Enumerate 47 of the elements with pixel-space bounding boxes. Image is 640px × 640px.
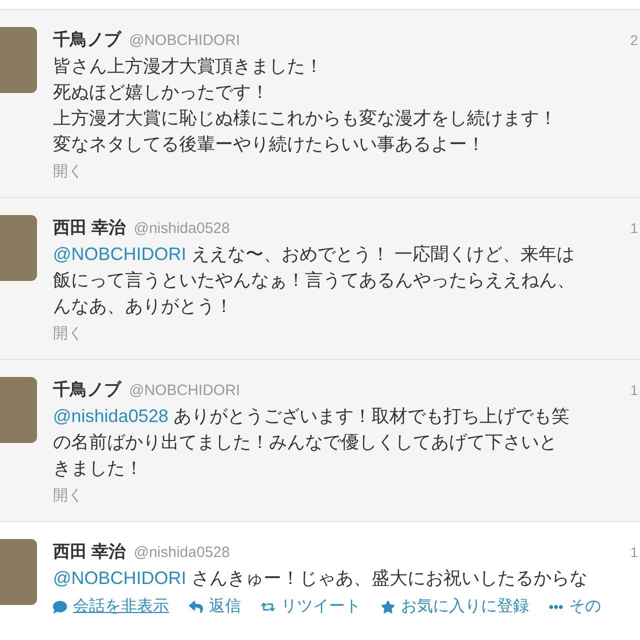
tweet-time[interactable]: 2 (630, 30, 638, 51)
user-name[interactable]: 西田 幸治 (53, 539, 126, 564)
avatar-photo-placeholder[interactable] (0, 539, 37, 605)
expand-link[interactable]: 開く (53, 484, 83, 507)
tweet-text: 皆さん上方漫才大賞頂きました！ (53, 54, 323, 78)
reply-icon (189, 600, 203, 614)
action-label: 会話を非表示 (73, 596, 169, 616)
expand-link[interactable]: 開く (53, 160, 83, 183)
user-handle[interactable]: @NOBCHIDORI (129, 380, 240, 402)
tweet-text: きました！ (53, 456, 143, 480)
star-icon (381, 600, 395, 614)
mention-link[interactable]: @NOBCHIDORI (53, 240, 186, 266)
tweet-text: 上方漫才大賞に恥じぬ様にこれからも変な漫才をし続けます！ (53, 106, 557, 130)
tweet-time[interactable]: 1 (630, 380, 638, 401)
action-label: お気に入りに登録 (401, 596, 529, 616)
user-name[interactable]: 千鳥ノブ (53, 27, 121, 52)
tweet-text: ええな〜、おめでとう！ 一応聞くけど、来年は (190, 242, 574, 266)
retweet-action[interactable]: リツイート (261, 594, 361, 618)
mention-link[interactable]: @nishida0528 (53, 402, 168, 428)
tweet-text: 死ぬほど嬉しかったです！ (53, 80, 269, 104)
tweet-text: 変なネタしてる後輩ーやり続けたらいい事あるよー！ (53, 132, 485, 156)
user-name[interactable]: 西田 幸治 (53, 215, 126, 240)
action-label: 返信 (209, 596, 241, 616)
expand-link[interactable]: 開く (53, 322, 83, 345)
avatar-photo-placeholder[interactable] (0, 27, 37, 93)
avatar-photo-placeholder[interactable] (0, 215, 37, 281)
conversation-action[interactable]: 会話を非表示 (53, 594, 169, 618)
user-handle[interactable]: @NOBCHIDORI (129, 30, 240, 52)
favorite-action[interactable]: お気に入りに登録 (381, 594, 529, 618)
more-action[interactable]: その (549, 594, 601, 618)
tweet-text: 飯にって言うといたやんなぁ！言うてあるんやったらええねん、 (53, 268, 575, 292)
reply-action[interactable]: 返信 (189, 594, 241, 618)
tweet-text: の名前ばかり出てました！みんなで優しくしてあげて下さいと (53, 430, 557, 454)
tweet-text: ありがとうございます！取材でも打ち上げでも笑 (172, 404, 570, 428)
tweet-time[interactable]: 1 (630, 218, 638, 239)
tweet-time[interactable]: 1 (630, 542, 638, 563)
tweet-text: さんきゅー！じゃあ、盛大にお祝いしたるからな (190, 566, 588, 590)
tweet-text: んなあ、ありがとう！ (53, 294, 233, 318)
user-handle[interactable]: @nishida0528 (134, 218, 230, 240)
user-handle[interactable]: @nishida0528 (134, 542, 230, 564)
retweet-icon (261, 600, 275, 614)
action-label: リツイート (281, 596, 361, 616)
action-label: その (569, 596, 601, 616)
speech-bubble-icon (53, 600, 67, 614)
user-name[interactable]: 千鳥ノブ (53, 377, 121, 402)
avatar-photo-placeholder[interactable] (0, 377, 37, 443)
mention-link[interactable]: @NOBCHIDORI (53, 564, 186, 590)
